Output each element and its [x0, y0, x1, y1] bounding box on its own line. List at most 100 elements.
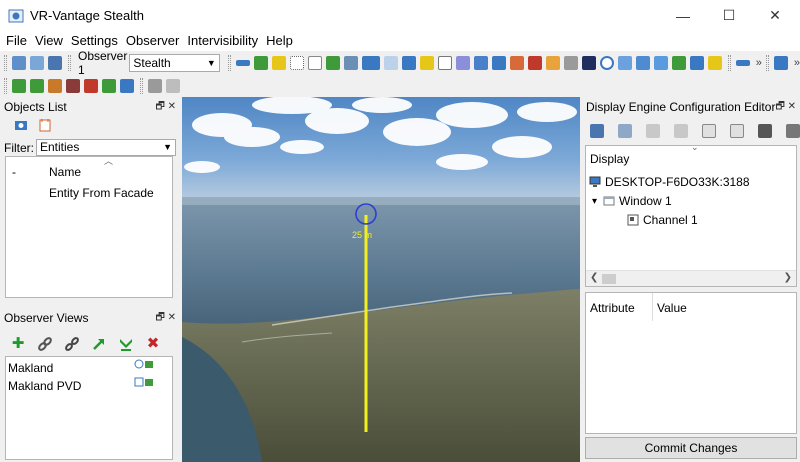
toolbar-grip[interactable] [4, 78, 7, 94]
observer-mode-select[interactable]: Stealth ▼ [129, 54, 220, 72]
satellite-icon[interactable] [361, 56, 380, 70]
light-icon[interactable] [271, 56, 286, 70]
close-button[interactable]: ✕ [752, 0, 798, 31]
tree-node-channel[interactable]: Channel 1 [627, 213, 698, 227]
menu-file[interactable]: File [2, 31, 31, 51]
document-icon[interactable] [38, 118, 52, 132]
ocean-icon[interactable] [635, 56, 650, 70]
entity-delete-icon[interactable] [84, 79, 98, 93]
toolbar-grip[interactable] [727, 55, 731, 71]
tree-node-window[interactable]: ▾ Window 1 [592, 194, 672, 208]
expand-arrow-icon[interactable]: ▾ [592, 196, 597, 207]
open-scenario-icon[interactable] [12, 56, 26, 70]
float-icon[interactable]: 🗗 [155, 101, 164, 112]
toolbar-grip[interactable] [68, 55, 71, 71]
entity-remove-icon[interactable] [66, 79, 80, 93]
terrain-icon[interactable] [253, 56, 268, 70]
column-header-name[interactable]: Name [49, 165, 81, 179]
add-channel-icon[interactable] [646, 124, 660, 138]
table-row[interactable]: Entity From Facade [49, 186, 154, 200]
add-window-icon[interactable] [618, 124, 632, 138]
toolbar-grip[interactable] [227, 55, 231, 71]
marker-icon[interactable] [527, 56, 542, 70]
toolbar-overflow-icon[interactable]: » [756, 57, 762, 69]
menu-view[interactable]: View [31, 31, 67, 51]
select-icon[interactable] [289, 56, 304, 70]
horizontal-scrollbar[interactable]: ❮ ❯ [586, 270, 796, 286]
list-item[interactable]: Makland PVD [8, 379, 81, 393]
save-scenario-icon[interactable] [30, 56, 44, 70]
chart-icon[interactable] [437, 56, 452, 70]
column-header-status[interactable]: - [12, 165, 16, 179]
menu-intervisibility[interactable]: Intervisibility [183, 31, 262, 51]
probe-icon[interactable] [563, 56, 578, 70]
toolbar-grip[interactable] [4, 55, 7, 71]
copy-icon[interactable] [674, 124, 688, 138]
entity-edit-icon[interactable] [48, 79, 62, 93]
scroll-thumb[interactable] [602, 274, 616, 284]
menu-settings[interactable]: Settings [67, 31, 122, 51]
commit-changes-button[interactable]: Commit Changes [585, 437, 797, 459]
minimize-button[interactable]: — [660, 0, 706, 31]
bulb-icon[interactable] [419, 56, 434, 70]
column-header-value[interactable]: Value [657, 301, 687, 315]
column-header-attribute[interactable]: Attribute [590, 301, 635, 315]
add-icon[interactable]: ✚ [10, 336, 26, 352]
back-arrow-icon[interactable] [735, 60, 750, 66]
close-icon[interactable]: ✕ [168, 312, 176, 323]
toolbar-overflow-icon[interactable]: » [794, 57, 800, 69]
measure-icon[interactable] [473, 56, 488, 70]
entity-info-icon[interactable] [120, 79, 134, 93]
list-item[interactable]: Makland [8, 361, 53, 375]
delete-icon[interactable]: ✖ [145, 336, 161, 352]
grid-icon[interactable] [307, 56, 322, 70]
channel-icon[interactable] [702, 124, 716, 138]
tree-node-host[interactable]: DESKTOP-F6DO33K:3188 [589, 175, 750, 189]
toolbar-grip[interactable] [765, 55, 769, 71]
entity-add-icon[interactable] [12, 79, 26, 93]
close-icon[interactable]: ✕ [168, 101, 176, 112]
export-icon[interactable] [773, 56, 788, 70]
sky-icon[interactable] [617, 56, 632, 70]
viewport-icon[interactable] [730, 124, 744, 138]
entity-group-icon[interactable] [30, 79, 44, 93]
set-view-icon[interactable] [118, 336, 134, 352]
move-icon[interactable] [235, 60, 250, 66]
link-icon[interactable] [37, 336, 53, 352]
close-icon[interactable]: ✕ [788, 101, 796, 112]
scroll-left-icon[interactable]: ❮ [590, 272, 598, 283]
plugin-icon[interactable] [148, 79, 162, 93]
app-logo-icon [8, 8, 24, 24]
menu-observer[interactable]: Observer [122, 31, 183, 51]
remove-hardware-icon[interactable] [786, 124, 800, 138]
entity-attach-icon[interactable] [102, 79, 116, 93]
menu-help[interactable]: Help [262, 31, 297, 51]
night-vision-icon[interactable] [581, 56, 596, 70]
vegetation-icon[interactable] [671, 56, 686, 70]
path-icon[interactable] [491, 56, 506, 70]
globe-icon[interactable] [599, 56, 614, 70]
entity-view-icon[interactable] [14, 118, 28, 132]
camera-icon[interactable] [401, 56, 416, 70]
maximize-button[interactable]: ☐ [706, 0, 752, 31]
3d-viewport[interactable]: 25 m [182, 97, 580, 462]
window-icon[interactable] [383, 56, 398, 70]
screenshot-icon[interactable] [48, 56, 62, 70]
layout-icon[interactable] [166, 79, 180, 93]
tree-icon[interactable] [325, 56, 340, 70]
wand-icon[interactable] [689, 56, 704, 70]
add-display-icon[interactable] [590, 124, 604, 138]
weather-icon[interactable] [343, 56, 358, 70]
jump-to-icon[interactable] [91, 336, 107, 352]
float-icon[interactable]: 🗗 [775, 101, 784, 112]
cloud-icon[interactable] [653, 56, 668, 70]
alert-icon[interactable] [545, 56, 560, 70]
float-icon[interactable]: 🗗 [155, 312, 164, 323]
effects-icon[interactable] [707, 56, 722, 70]
target-icon[interactable] [509, 56, 524, 70]
scroll-right-icon[interactable]: ❯ [784, 272, 792, 283]
annotation-icon[interactable] [455, 56, 470, 70]
hardware-icon[interactable] [758, 124, 772, 138]
toolbar-grip[interactable] [140, 78, 143, 94]
unlink-icon[interactable] [64, 336, 80, 352]
